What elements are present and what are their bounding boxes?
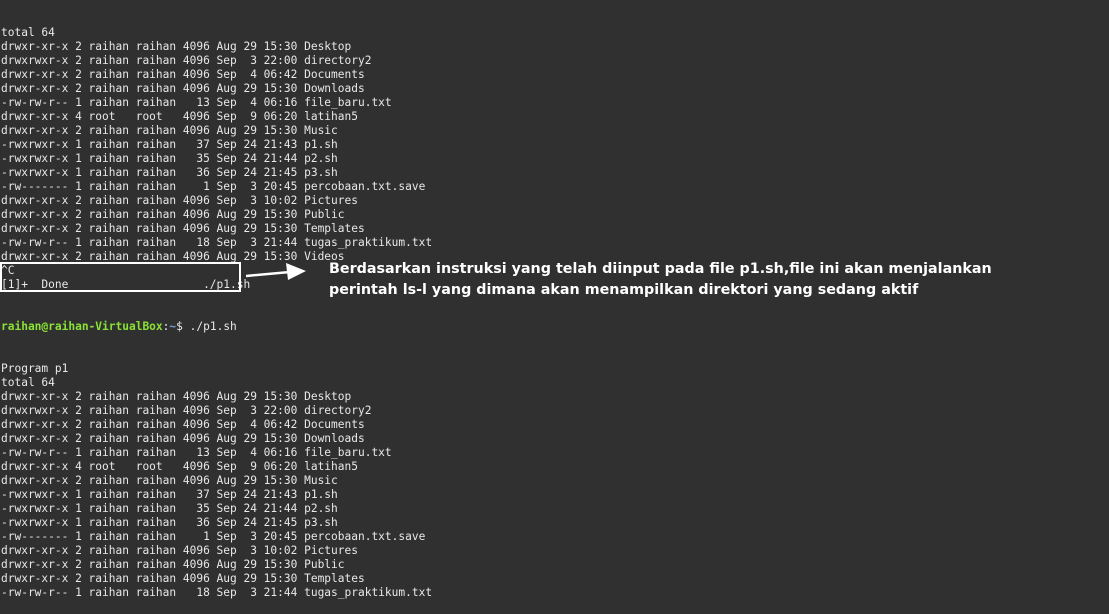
output-after-block: Program p1 total 64 drwxr-xr-x 2 raihan ra… (1, 362, 432, 600)
annotation-line-1: Berdasarkan instruksi yang telah diinput… (329, 261, 992, 277)
terminal-line: drwxr-xr-x 2 raihan raihan 4096 Aug 29 1… (1, 432, 365, 445)
terminal-line: -rw-rw-r-- 1 raihan raihan 13 Sep 4 06:1… (1, 446, 392, 459)
terminal-line: total 64 (1, 376, 55, 389)
terminal-line: -rw-rw-r-- 1 raihan raihan 13 Sep 4 06:1… (1, 96, 392, 109)
terminal-line: drwxr-xr-x 4 root root 4096 Sep 9 06:20 … (1, 460, 358, 473)
terminal-output: total 64 drwxr-xr-x 2 raihan raihan 4096 … (1, 0, 432, 614)
terminal-line: drwxr-xr-x 2 raihan raihan 4096 Aug 29 1… (1, 40, 352, 53)
terminal-line: -rw-rw-r-- 1 raihan raihan 18 Sep 3 21:4… (1, 236, 433, 249)
terminal-line: -rw------- 1 raihan raihan 1 Sep 3 20:45… (1, 180, 426, 193)
terminal-line: drwxr-xr-x 2 raihan raihan 4096 Aug 29 1… (1, 572, 365, 585)
annotation-line-2: perintah ls-l yang dimana akan menampilk… (329, 282, 919, 298)
terminal-line: -rw-rw-r-- 1 raihan raihan 18 Sep 3 21:4… (1, 586, 433, 599)
terminal-line: -rwxrwxr-x 1 raihan raihan 37 Sep 24 21:… (1, 138, 338, 151)
terminal-line: -rwxrwxr-x 1 raihan raihan 36 Sep 24 21:… (1, 516, 338, 529)
terminal-line: -rwxrwxr-x 1 raihan raihan 35 Sep 24 21:… (1, 152, 338, 165)
terminal-line: -rwxrwxr-x 1 raihan raihan 37 Sep 24 21:… (1, 488, 338, 501)
terminal-line: drwxr-xr-x 2 raihan raihan 4096 Aug 29 1… (1, 124, 338, 137)
terminal-line: drwxr-xr-x 2 raihan raihan 4096 Sep 3 10… (1, 194, 358, 207)
terminal-line: -rwxrwxr-x 1 raihan raihan 36 Sep 24 21:… (1, 166, 338, 179)
terminal-line: drwxrwxr-x 2 raihan raihan 4096 Sep 3 22… (1, 54, 372, 67)
terminal-line: drwxr-xr-x 2 raihan raihan 4096 Aug 29 1… (1, 558, 345, 571)
prompt-user-host: raihan@raihan-VirtualBox (1, 320, 163, 333)
terminal-line: Program p1 (1, 362, 69, 375)
prompt-command: ./p1.sh (189, 320, 237, 333)
terminal-line: drwxr-xr-x 2 raihan raihan 4096 Aug 29 1… (1, 222, 365, 235)
terminal-line: drwxr-xr-x 2 raihan raihan 4096 Sep 3 10… (1, 544, 358, 557)
terminal-line: drwxr-xr-x 2 raihan raihan 4096 Aug 29 1… (1, 474, 338, 487)
terminal-line: drwxrwxr-x 2 raihan raihan 4096 Sep 3 22… (1, 404, 372, 417)
terminal-line: drwxr-xr-x 2 raihan raihan 4096 Sep 4 06… (1, 418, 365, 431)
terminal-line: drwxr-xr-x 2 raihan raihan 4096 Aug 29 1… (1, 208, 345, 221)
terminal-line: drwxr-xr-x 2 raihan raihan 4096 Aug 29 1… (1, 390, 352, 403)
output-before-block: total 64 drwxr-xr-x 2 raihan raihan 4096 … (1, 26, 432, 292)
terminal-line: drwxr-xr-x 2 raihan raihan 4096 Sep 4 06… (1, 68, 365, 81)
terminal-line: total 64 (1, 26, 55, 39)
terminal-line: -rw------- 1 raihan raihan 1 Sep 3 20:45… (1, 530, 426, 543)
prompt-line[interactable]: raihan@raihan-VirtualBox:~$ ./p1.sh (1, 320, 432, 334)
annotation-text: Berdasarkan instruksi yang telah diinput… (329, 259, 1099, 301)
highlight-box (0, 262, 241, 292)
arrow-right-icon (246, 263, 306, 280)
terminal-line: drwxr-xr-x 2 raihan raihan 4096 Aug 29 1… (1, 82, 365, 95)
prompt-symbol: $ (176, 320, 190, 333)
terminal-line: drwxr-xr-x 4 root root 4096 Sep 9 06:20 … (1, 110, 358, 123)
